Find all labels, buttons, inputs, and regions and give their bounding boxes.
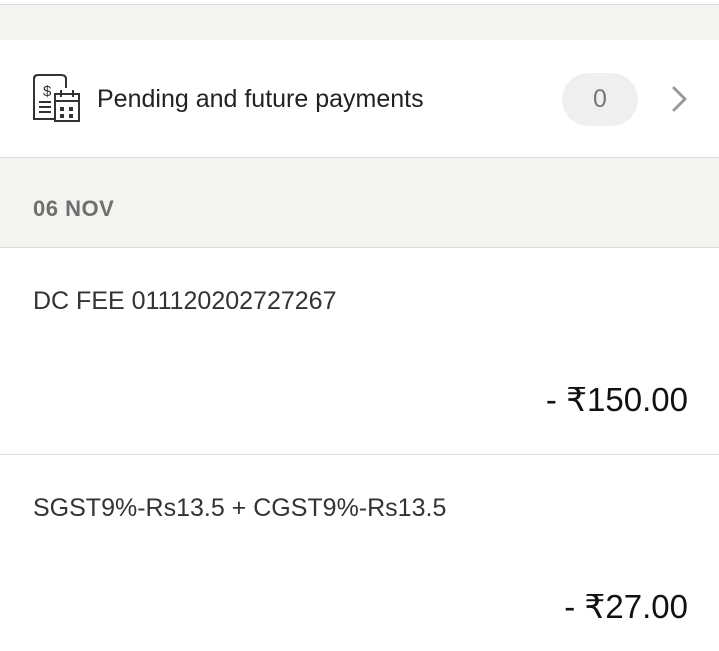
transaction-row[interactable]: SGST9%-Rs13.5 + CGST9%-Rs13.5 - ₹27.00 (0, 455, 719, 651)
transaction-amount: - ₹27.00 (564, 588, 688, 625)
transaction-row[interactable]: DC FEE 011120202727267 - ₹150.00 (0, 248, 719, 455)
chevron-right-icon (672, 86, 687, 112)
transaction-description: SGST9%-Rs13.5 + CGST9%-Rs13.5 (33, 494, 447, 522)
transaction-description: DC FEE 011120202727267 (33, 287, 337, 315)
pending-payments-row[interactable]: $ Pending and future payments 0 (0, 40, 719, 158)
transaction-amount: - ₹150.00 (545, 381, 688, 418)
date-header: 06 NOV (33, 196, 115, 221)
pending-count-badge: 0 (562, 73, 638, 126)
bill-calendar-icon: $ (33, 74, 80, 122)
svg-text:$: $ (43, 83, 52, 100)
top-band (0, 4, 719, 42)
pending-payments-label: Pending and future payments (97, 85, 424, 113)
